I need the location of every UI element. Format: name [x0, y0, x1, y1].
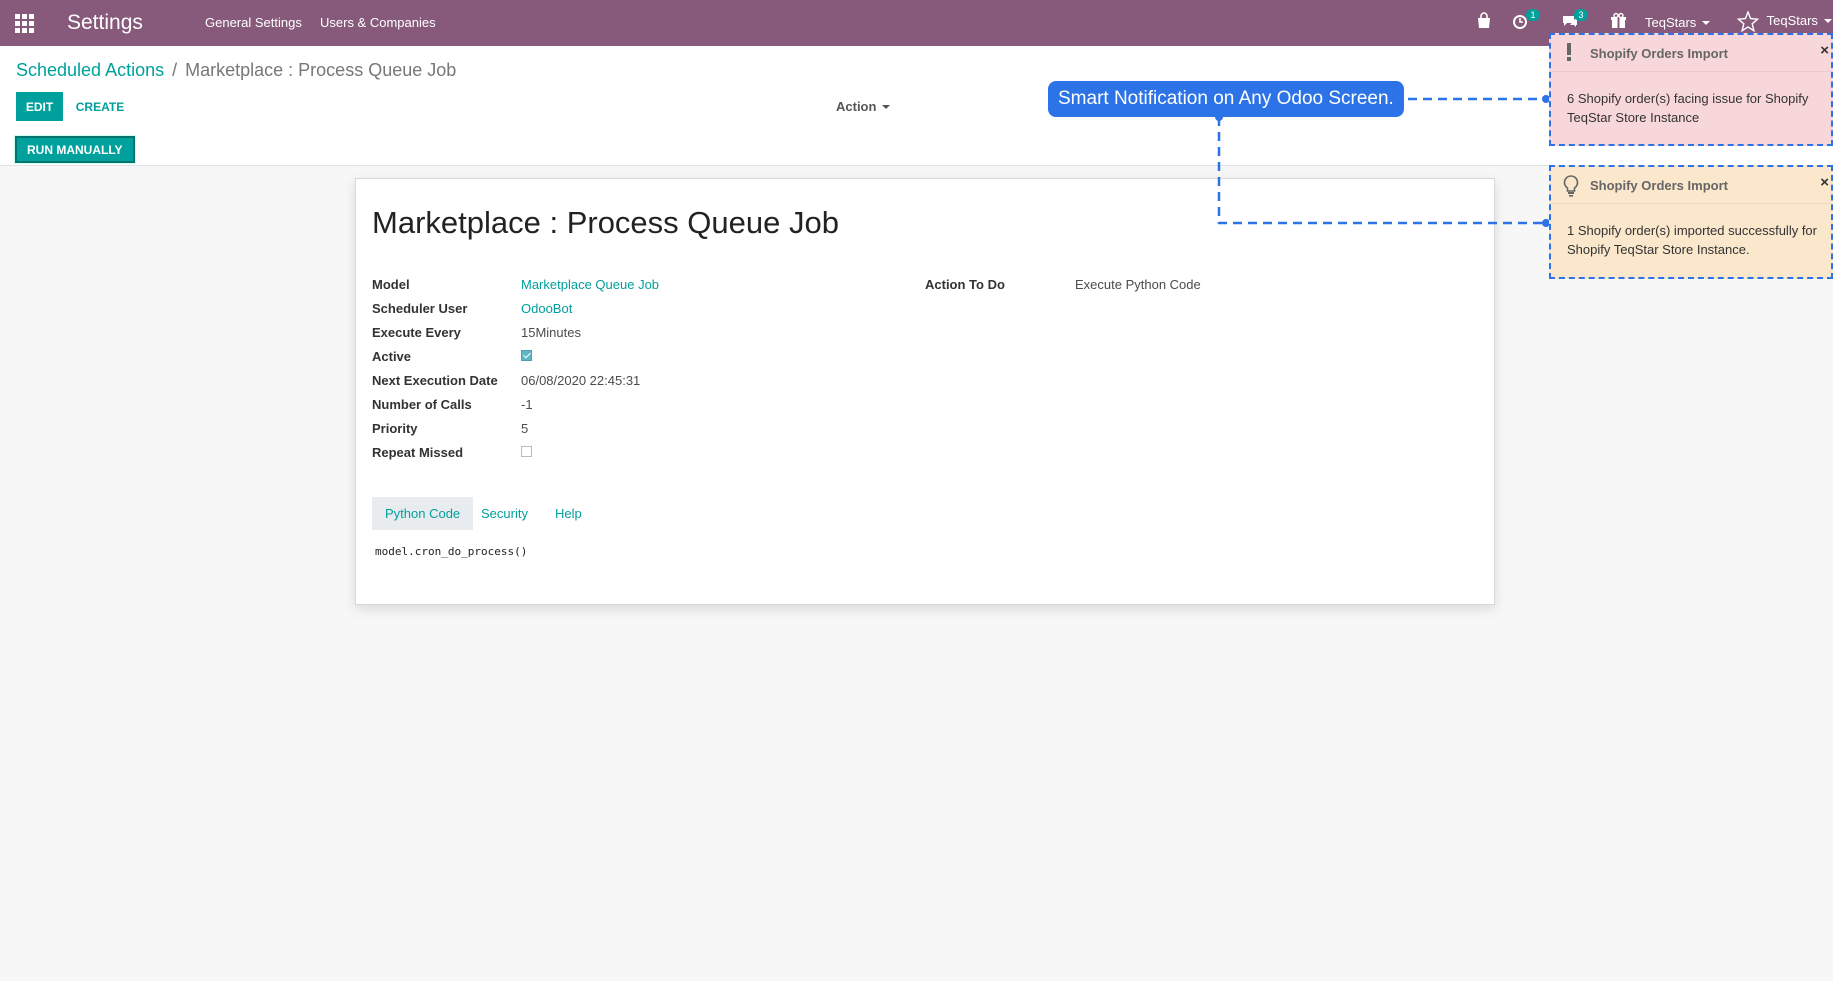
edit-button[interactable]: EDIT: [16, 92, 63, 121]
user-menu[interactable]: TeqStars: [1736, 10, 1832, 33]
activity-count-badge: 1: [1526, 9, 1540, 21]
tab-python-code[interactable]: Python Code: [372, 497, 474, 530]
number-of-calls-value: -1: [521, 397, 533, 412]
model-label: Model: [372, 277, 410, 292]
notification-header: Shopify Orders Import ×: [1551, 167, 1831, 204]
breadcrumb-separator: /: [172, 60, 178, 80]
priority-value: 5: [521, 421, 529, 436]
menu-general-settings[interactable]: General Settings: [205, 15, 302, 30]
python-code-content[interactable]: model.cron_do_process(): [375, 545, 527, 558]
notification-warning: Shopify Orders Import × 6 Shopify order(…: [1549, 33, 1833, 146]
menu-users-companies[interactable]: Users & Companies: [320, 15, 436, 30]
notification-header: Shopify Orders Import ×: [1551, 35, 1831, 72]
number-of-calls-label: Number of Calls: [372, 397, 472, 412]
tab-help[interactable]: Help: [542, 497, 595, 530]
gift-icon[interactable]: [1610, 12, 1632, 32]
messages-icon[interactable]: 3: [1561, 9, 1588, 32]
action-to-do-value: Execute Python Code: [1075, 277, 1201, 292]
tab-security[interactable]: Security: [468, 497, 541, 530]
notification-title: Shopify Orders Import: [1590, 178, 1728, 193]
record-title: Marketplace : Process Queue Job: [372, 205, 839, 240]
run-manually-button[interactable]: RUN MANUALLY: [15, 136, 135, 163]
next-execution-date-label: Next Execution Date: [372, 373, 498, 388]
close-icon[interactable]: ×: [1820, 174, 1829, 191]
create-button[interactable]: CREATE: [72, 92, 128, 121]
app-title[interactable]: Settings: [67, 11, 143, 35]
caret-down-icon: [1702, 21, 1711, 25]
notification-success: Shopify Orders Import × 1 Shopify order(…: [1549, 165, 1833, 279]
priority-label: Priority: [372, 421, 418, 436]
company-switcher[interactable]: TeqStars: [1645, 15, 1711, 30]
caret-down-icon: [882, 105, 891, 109]
next-execution-date-value: 06/08/2020 22:45:31: [521, 373, 641, 388]
scheduler-user-label: Scheduler User: [372, 301, 468, 316]
action-dropdown-label: Action: [836, 99, 877, 114]
breadcrumb-scheduled-actions[interactable]: Scheduled Actions: [16, 60, 164, 80]
breadcrumb-current: Marketplace : Process Queue Job: [185, 60, 457, 80]
action-dropdown[interactable]: Action: [836, 99, 891, 114]
execute-every-value: 15Minutes: [521, 325, 581, 340]
action-to-do-label: Action To Do: [925, 277, 1005, 292]
breadcrumb: Scheduled Actions / Marketplace : Process …: [16, 60, 456, 81]
shopping-bag-icon[interactable]: [1475, 12, 1497, 32]
notification-message: 6 Shopify order(s) facing issue for Shop…: [1567, 91, 1809, 125]
form-sheet: Marketplace : Process Queue Job Model Ma…: [355, 178, 1495, 605]
notification-message: 1 Shopify order(s) imported successfully…: [1567, 223, 1817, 257]
user-avatar-star-icon: [1736, 10, 1760, 33]
repeat-missed-label: Repeat Missed: [372, 445, 464, 460]
active-label: Active: [372, 349, 412, 364]
exclamation-icon: [1565, 42, 1573, 65]
activity-clock-icon[interactable]: 1: [1513, 9, 1540, 32]
smart-notification-callout: Smart Notification on Any Odoo Screen.: [1048, 81, 1404, 117]
close-icon[interactable]: ×: [1820, 42, 1829, 59]
lightbulb-icon: [1563, 175, 1579, 200]
scheduler-user-link[interactable]: OdooBot: [521, 301, 572, 316]
company-name: TeqStars: [1645, 15, 1697, 30]
message-count-badge: 3: [1574, 9, 1588, 21]
user-name: TeqStars: [1766, 13, 1818, 29]
execute-every-label: Execute Every: [372, 325, 461, 340]
active-checkbox[interactable]: [521, 350, 532, 361]
repeat-missed-checkbox[interactable]: [521, 446, 532, 457]
caret-down-icon: [1823, 19, 1832, 24]
notification-title: Shopify Orders Import: [1590, 46, 1728, 61]
model-link[interactable]: Marketplace Queue Job: [521, 277, 659, 292]
apps-menu-icon[interactable]: [15, 14, 34, 33]
